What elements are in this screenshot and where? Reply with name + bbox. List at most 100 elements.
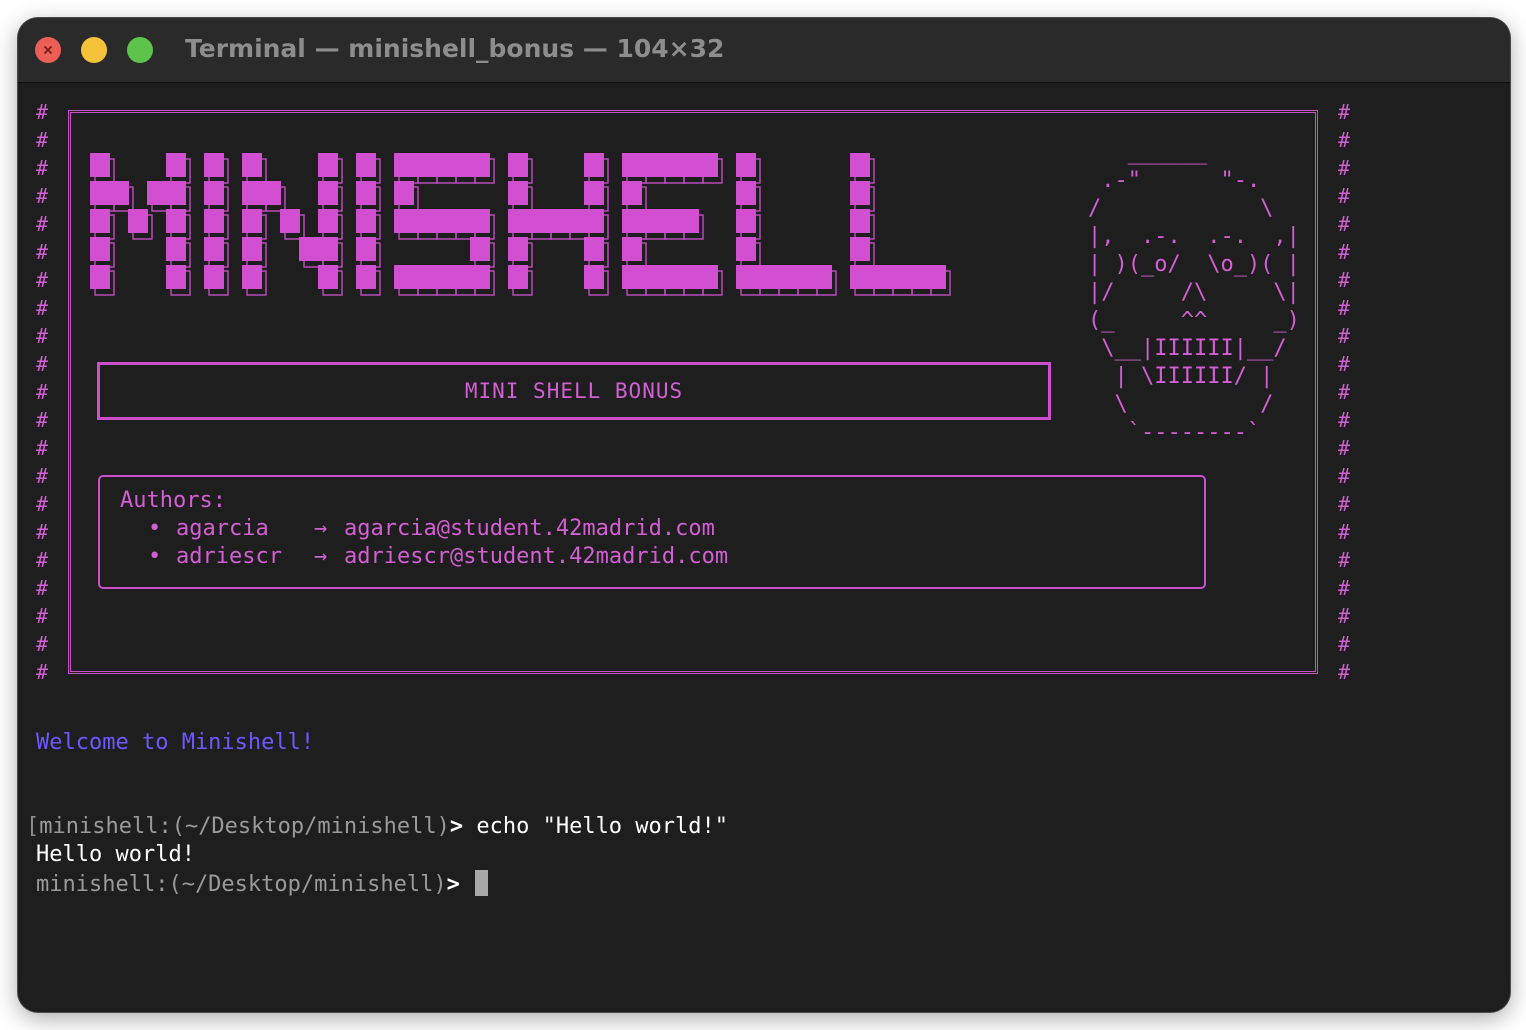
active-prompt-line[interactable]: minishell:(~/Desktop/minishell)> [36, 870, 489, 897]
terminal-content[interactable]: # # # # # # # # # # # # # # # # # # # # # # # # # # # # # # # # # # # # # # #… [18, 82, 1510, 1012]
hash-mark: # [1338, 604, 1351, 628]
logo-block-cell [90, 265, 110, 289]
logo-block-cell [622, 153, 642, 177]
hash-mark: # [1338, 100, 1351, 124]
logo-block-cell [432, 209, 452, 233]
hash-mark: # [36, 128, 49, 152]
logo-block-cell [413, 265, 433, 289]
close-x-icon [43, 45, 53, 55]
hash-mark: # [36, 548, 49, 572]
logo-block-cell [584, 153, 604, 177]
author-row: • agarcia → agarcia@student.42madrid.com [148, 516, 715, 541]
hash-mark: # [36, 436, 49, 460]
logo-block-cell [774, 265, 794, 289]
command-output: Hello world! [36, 842, 195, 867]
logo-block-cell [166, 265, 186, 289]
logo-block-cell [641, 265, 661, 289]
logo-block-cell [546, 209, 566, 233]
logo-block-cell [280, 209, 300, 233]
hash-mark: # [1338, 464, 1351, 488]
zoom-light-icon[interactable] [127, 37, 153, 63]
hash-mark: # [36, 520, 49, 544]
prompt-bracket: [ [26, 814, 40, 839]
logo-block-cell [204, 181, 224, 205]
logo-block-cell [90, 209, 110, 233]
logo-block-cell [736, 237, 756, 261]
logo-block-cell [394, 153, 414, 177]
logo-block-cell [356, 153, 376, 177]
logo-block-cell [451, 209, 471, 233]
hash-mark: # [36, 212, 49, 236]
arrow-icon: → [314, 516, 328, 541]
logo-block-cell [869, 265, 889, 289]
author-name: agarcia [176, 516, 269, 541]
logo-block-cell [926, 265, 946, 289]
authors-title: Authors: [120, 488, 226, 513]
minimize-light-icon[interactable] [81, 37, 107, 63]
hash-mark: # [1338, 436, 1351, 460]
hash-mark: # [1338, 576, 1351, 600]
logo-block-cell [698, 265, 718, 289]
logo-block-cell [622, 209, 642, 233]
logo-block-cell [166, 153, 186, 177]
welcome-message: Welcome to Minishell! [36, 730, 315, 755]
logo-block-cell [356, 265, 376, 289]
logo-block-cell [242, 209, 262, 233]
logo-block-cell [850, 209, 870, 233]
text-cursor[interactable] [475, 870, 489, 896]
bullet-icon: • [148, 516, 162, 541]
hash-mark: # [1338, 184, 1351, 208]
logo-block-cell [508, 237, 528, 261]
logo-block-cell [622, 265, 642, 289]
title-bar[interactable]: Terminal — minishell_bonus — 104×32 [18, 18, 1510, 83]
logo-block-cell [850, 153, 870, 177]
hash-mark: # [36, 240, 49, 264]
hash-mark: # [1338, 492, 1351, 516]
logo-block-cell [166, 209, 186, 233]
command-line: [minishell:(~/Desktop/minishell)> echo "… [26, 814, 728, 839]
logo-block-cell [432, 153, 452, 177]
logo-block-cell [204, 153, 224, 177]
logo-block-cell [736, 265, 756, 289]
logo-block-cell [698, 153, 718, 177]
logo-block-cell [451, 265, 471, 289]
hash-mark: # [36, 380, 49, 404]
prompt-path: minishell:(~/Desktop/minishell) [39, 814, 450, 839]
close-light-icon[interactable] [35, 37, 61, 63]
logo-block-cell [527, 209, 547, 233]
logo-block-cell [850, 265, 870, 289]
logo-block-cell [850, 237, 870, 261]
author-email: adriescr@student.42madrid.com [344, 544, 729, 569]
logo-block-cell [394, 265, 414, 289]
logo-block-cell [128, 209, 148, 233]
logo-block-cell [584, 209, 604, 233]
banner-subtitle-box: MINI SHELL BONUS [97, 362, 1051, 420]
logo-block-cell [470, 209, 490, 233]
logo-block-cell [470, 153, 490, 177]
logo-block-cell [109, 181, 129, 205]
logo-block-cell [166, 181, 186, 205]
logo-block-cell [90, 237, 110, 261]
hash-mark: # [36, 408, 49, 432]
logo-block-cell [736, 209, 756, 233]
logo-block-cell [413, 153, 433, 177]
author-row: • adriescr → adriescr@student.42madrid.com [148, 544, 728, 569]
hash-mark: # [36, 352, 49, 376]
banner-subtitle: MINI SHELL BONUS [464, 379, 684, 403]
authors-box: Authors: • agarcia → agarcia@student.42madr… [98, 475, 1206, 589]
prompt-symbol: > [449, 814, 464, 839]
logo-block-cell [90, 153, 110, 177]
window-title: Terminal — minishell_bonus — 104×32 [185, 34, 725, 63]
hash-mark: # [36, 296, 49, 320]
hash-mark: # [36, 660, 49, 684]
logo-block-cell [432, 265, 452, 289]
logo-block-cell [641, 153, 661, 177]
hash-mark: # [36, 604, 49, 628]
logo-block-cell [318, 237, 338, 261]
logo-block-cell [755, 265, 775, 289]
hash-mark: # [1338, 128, 1351, 152]
logo-block-cell [394, 209, 414, 233]
logo-block-cell [508, 209, 528, 233]
logo-block-cell [850, 181, 870, 205]
logo-block-cell [204, 237, 224, 261]
